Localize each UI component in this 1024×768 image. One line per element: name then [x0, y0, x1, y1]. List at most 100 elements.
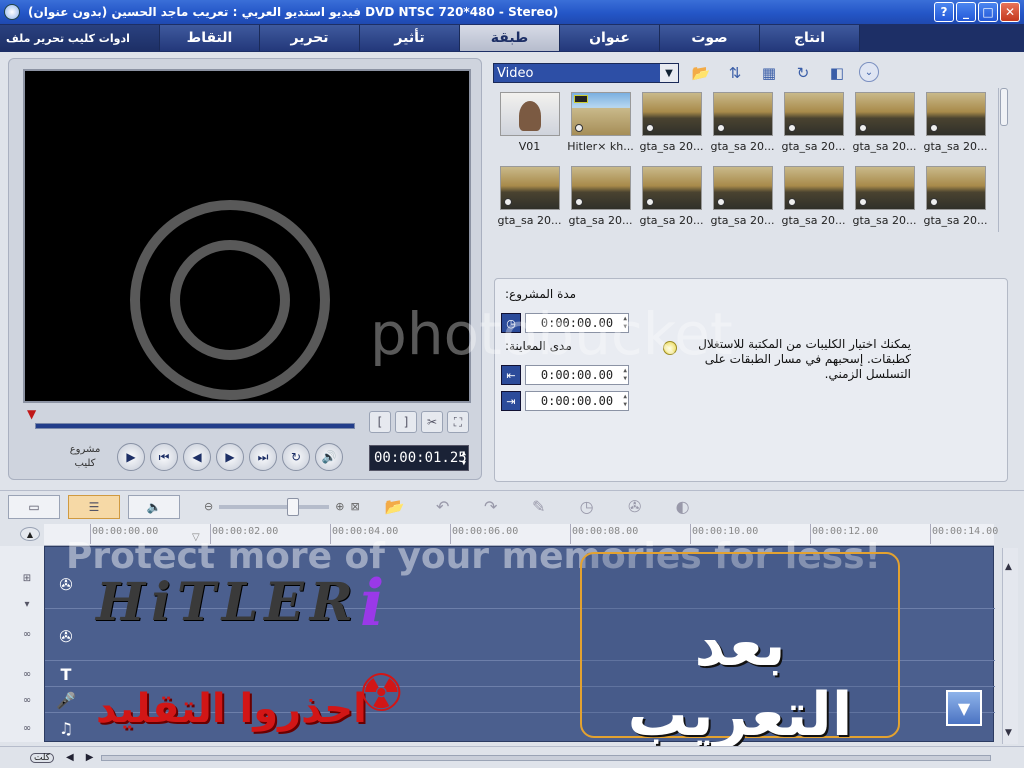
enlarge-preview-button[interactable]: ⛶ — [447, 411, 469, 433]
library-item[interactable]: gta_sa 20... — [636, 166, 707, 238]
undo-icon[interactable]: ↶ — [430, 494, 456, 520]
library-item-caption: gta_sa 20... — [781, 214, 846, 227]
library-scrollbar[interactable] — [998, 88, 1008, 232]
scroll-down-icon[interactable]: ▼ — [946, 690, 982, 726]
options-icon[interactable]: ◧ — [825, 62, 849, 84]
project-duration-field[interactable]: 0:00:00.00 ▲ ▼ — [525, 313, 629, 333]
zoom-slider-thumb[interactable] — [287, 497, 300, 516]
play-button[interactable]: ▶ — [117, 443, 145, 471]
voice-track-lock-icon[interactable]: ∞ — [14, 692, 40, 708]
library-category-select[interactable]: Video ▼ — [493, 63, 679, 83]
library-item-caption: gta_sa 20... — [710, 214, 775, 227]
title-track-lock-icon[interactable]: ∞ — [14, 666, 40, 682]
volume-button[interactable]: 🔊 — [315, 443, 343, 471]
tab-effect[interactable]: تأثير — [360, 25, 460, 51]
mode-clip-label: كليب — [74, 458, 96, 469]
tab-edit[interactable]: تحرير — [260, 25, 360, 51]
tab-capture[interactable]: التقاط — [160, 25, 260, 51]
zoom-in-icon[interactable]: ⊕ — [335, 500, 344, 513]
sort-icon[interactable]: ⇅ — [723, 62, 747, 84]
mark-out-button[interactable]: ] — [395, 411, 417, 433]
mark-in-button[interactable]: [ — [369, 411, 391, 433]
library-item[interactable]: gta_sa 20... — [778, 92, 849, 164]
storyboard-view-button[interactable]: ▭ — [8, 494, 60, 519]
zoom-slider[interactable] — [219, 497, 330, 516]
scroll-up-icon[interactable]: ▲ — [1005, 562, 1012, 572]
library-item[interactable]: gta_sa 20... — [565, 166, 636, 238]
timecode-display[interactable]: 00:00:01.25 ▲ ▼ — [369, 445, 469, 471]
track-expand-icon[interactable]: ▾ — [14, 596, 40, 612]
refresh-icon[interactable]: ↻ — [791, 62, 815, 84]
scroll-left-icon[interactable]: ◀ — [66, 752, 74, 763]
mark-end-icon[interactable]: ⇥ — [501, 391, 521, 411]
help-button[interactable]: ? — [934, 2, 954, 22]
mark-start-icon[interactable]: ⇤ — [501, 365, 521, 385]
repeat-button[interactable]: ↻ — [282, 443, 310, 471]
timeline-hscroll[interactable] — [101, 754, 992, 761]
play-mode-toggle[interactable]: مشروع كليب — [65, 443, 105, 471]
home-button[interactable]: ⏮ — [150, 443, 178, 471]
library-scroll-thumb[interactable] — [1000, 88, 1008, 126]
video-track-toggle-icon[interactable]: ⊞ — [14, 570, 40, 586]
ruler-tick: 00:00:12.00 — [809, 524, 879, 544]
library-item[interactable]: gta_sa 20... — [707, 166, 778, 238]
collapse-ruler-icon[interactable]: ▲ — [20, 527, 40, 541]
tab-overlay[interactable]: طبقة — [460, 25, 560, 51]
audio-view-button[interactable]: 🔈 — [128, 494, 180, 519]
zoom-mode-toggle[interactable]: كلت — [30, 752, 54, 763]
library-item[interactable]: V01 — [494, 92, 565, 164]
chevron-down-icon[interactable]: ▼ — [660, 64, 678, 82]
fit-icon[interactable]: ⊠ — [350, 500, 359, 513]
library-item[interactable]: gta_sa 20... — [778, 166, 849, 238]
library-item[interactable]: gta_sa 20... — [494, 166, 565, 238]
timeline-ruler[interactable]: 00:00:00.00 00:00:02.00 00:00:04.00 00:0… — [44, 524, 998, 546]
library-item[interactable]: gta_sa 20... — [707, 92, 778, 164]
tracks-scrollbar[interactable]: ▲ ▼ — [1002, 548, 1018, 744]
open-folder-icon[interactable]: 📂 — [689, 62, 713, 84]
tab-audio[interactable]: صوت — [660, 25, 760, 51]
library-item[interactable]: gta_sa 20... — [920, 166, 991, 238]
lightbulb-icon — [663, 341, 677, 355]
music-track-icon: ♫ — [58, 718, 74, 738]
app-icon — [4, 4, 20, 20]
batch-convert-icon[interactable]: ◷ — [574, 494, 600, 520]
preview-start-field[interactable]: 0:00:00.00 ▲ ▼ — [525, 365, 629, 385]
scrub-marker-icon[interactable]: ▼ — [27, 407, 43, 421]
next-frame-button[interactable]: ▶ — [216, 443, 244, 471]
music-track-lock-icon[interactable]: ∞ — [14, 720, 40, 736]
tab-share[interactable]: انتاج — [760, 25, 860, 51]
library-thumbnail — [570, 166, 631, 210]
expand-library-icon[interactable]: ⌄ — [859, 62, 879, 82]
main-menu[interactable]: ادوات كليب تحرير ملف — [0, 25, 160, 51]
maximize-button[interactable]: □ — [978, 2, 998, 22]
library-item[interactable]: gta_sa 20... — [636, 92, 707, 164]
video-clip-icon — [716, 198, 725, 206]
smart-proxy-icon[interactable]: ✎ — [526, 494, 552, 520]
library-thumbnail — [854, 92, 915, 136]
close-button[interactable]: ✕ — [1000, 2, 1020, 22]
library-item-caption: gta_sa 20... — [639, 140, 704, 153]
cut-clip-button[interactable]: ✂ — [421, 411, 443, 433]
library-item[interactable]: gta_sa 20... — [849, 166, 920, 238]
timecode-spinner-icon[interactable]: ▲ ▼ — [462, 448, 466, 468]
preview-end-field[interactable]: 0:00:00.00 ▲ ▼ — [525, 391, 629, 411]
insert-media-icon[interactable]: 📂 — [382, 494, 408, 520]
library-manager-icon[interactable]: ▦ — [757, 62, 781, 84]
preview-scrub-bar[interactable] — [35, 423, 355, 429]
redo-icon[interactable]: ↷ — [478, 494, 504, 520]
library-item[interactable]: Hitler× kh... — [565, 92, 636, 164]
end-button[interactable]: ⏭ — [249, 443, 277, 471]
timeline-playhead-icon[interactable]: ▽ — [192, 532, 206, 543]
previous-frame-button[interactable]: ◀ — [183, 443, 211, 471]
overlay-track-lock-icon[interactable]: ∞ — [14, 626, 40, 642]
timeline-view-button[interactable]: ☰ — [68, 494, 120, 519]
library-item[interactable]: gta_sa 20... — [849, 92, 920, 164]
zoom-out-icon[interactable]: ⊖ — [204, 500, 213, 513]
tab-title[interactable]: عنوان — [560, 25, 660, 51]
scroll-down-arrow-icon[interactable]: ▼ — [1005, 728, 1012, 738]
enable-ripple-icon[interactable]: ◐ — [670, 494, 696, 520]
scroll-right-icon[interactable]: ▶ — [86, 752, 94, 763]
minimize-button[interactable]: _ — [956, 2, 976, 22]
track-manager-icon[interactable]: ✇ — [622, 494, 648, 520]
library-item[interactable]: gta_sa 20... — [920, 92, 991, 164]
